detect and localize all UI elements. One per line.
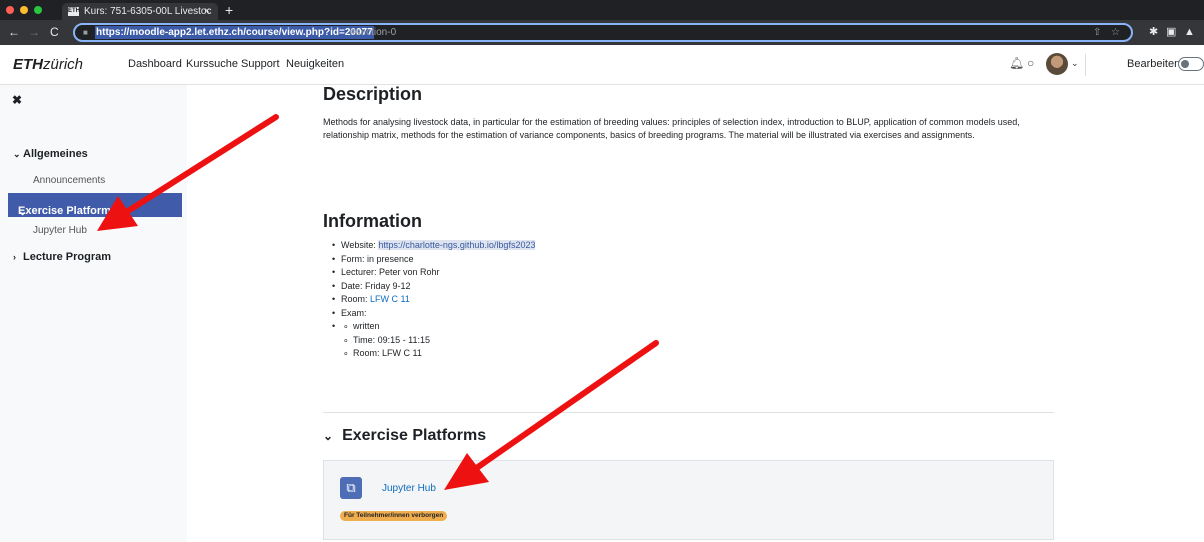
course-index-drawer: ✖ ⌄ Allgemeines Announcements ⌄ Exercise P… — [0, 85, 187, 542]
nav-support[interactable]: Support — [241, 58, 280, 70]
eth-zurich-logo[interactable]: ETHzürich — [13, 56, 83, 73]
information-list: Website: https://charlotte-ngs.github.io… — [332, 239, 536, 361]
list-item: Website: https://charlotte-ngs.github.io… — [332, 239, 536, 253]
share-icon[interactable]: ⇧ — [1093, 26, 1101, 39]
list-item: written Time: 09:15 - 11:15 Room: LFW C … — [332, 320, 535, 361]
profile-icon[interactable]: ▲ — [1184, 24, 1195, 40]
eth-favicon-icon: ETH — [68, 7, 80, 16]
chevron-right-icon: › — [13, 252, 16, 262]
list-item: written — [343, 320, 535, 334]
section-divider — [323, 412, 1054, 413]
lock-icon: ■ — [83, 28, 88, 37]
activity-announcements[interactable]: Announcements — [33, 175, 105, 186]
chevron-down-icon: ⌄ — [13, 149, 21, 159]
sidebar-panel-icon[interactable]: ▣ — [1166, 24, 1176, 40]
tab-strip: ETH Kurs: 751-6305-00L Livestoc × + — [0, 0, 1204, 20]
nav-neuigkeiten[interactable]: Neuigkeiten — [286, 58, 344, 70]
section-lecture-program[interactable]: › Lecture Program — [13, 251, 111, 263]
chevron-down-icon: ⌄ — [323, 429, 334, 443]
nav-kurssuche[interactable]: Kurssuche — [186, 58, 238, 70]
tab-close-icon[interactable]: × — [204, 3, 210, 20]
address-bar[interactable]: ■ https://moodle-app2.let.ethz.ch/course… — [73, 23, 1133, 42]
information-heading: Information — [323, 211, 422, 231]
url-fragment: #section-0 — [350, 27, 397, 38]
back-arrow-icon[interactable]: ← — [8, 24, 20, 40]
section-heading-exercise-platforms[interactable]: ⌄ Exercise Platforms — [323, 427, 486, 445]
toggle-knob — [1181, 60, 1189, 68]
zoom-window-button[interactable] — [34, 6, 42, 14]
list-item: Form: in presence — [332, 253, 535, 267]
section-exercise-platform[interactable]: ⌄ Exercise Platform — [8, 193, 182, 218]
user-avatar[interactable] — [1046, 53, 1068, 75]
browser-toolbar: ← → C ■ https://moodle-app2.let.ethz.ch/… — [0, 20, 1204, 45]
list-item: Room: LFW C 11 — [332, 293, 535, 307]
list-item: Date: Friday 9-12 — [332, 280, 535, 294]
bookmark-star-icon[interactable]: ☆ — [1111, 26, 1120, 39]
nav-dashboard[interactable]: Dashboard — [128, 58, 182, 70]
notification-bell-icon[interactable]: 🔔︎ — [1009, 56, 1024, 70]
browser-window: ETH Kurs: 751-6305-00L Livestoc × + ← → … — [0, 0, 1204, 542]
section-allgemeines[interactable]: ⌄ Allgemeines — [13, 148, 88, 160]
tab-title: Kurs: 751-6305-00L Livestoc — [84, 6, 212, 17]
website-link[interactable]: https://charlotte-ngs.github.io/lbgfs202… — [378, 240, 536, 250]
navbar-divider — [1085, 54, 1086, 76]
list-item: Time: 09:15 - 11:15 — [343, 334, 535, 348]
messages-icon[interactable]: ○ — [1027, 56, 1034, 70]
list-item: Room: LFW C 11 — [343, 347, 535, 361]
description-heading: Description — [323, 84, 423, 104]
close-drawer-icon[interactable]: ✖ — [12, 93, 22, 107]
extensions-icon[interactable]: ✱ — [1149, 24, 1158, 40]
activity-link-jupyter-hub[interactable]: Jupyter Hub — [382, 483, 436, 494]
url-text: https://moodle-app2.let.ethz.ch/course/v… — [95, 26, 374, 39]
close-window-button[interactable] — [6, 6, 14, 14]
edit-mode-label: Bearbeiten — [1127, 58, 1181, 70]
chevron-down-icon[interactable]: ⌄ — [1071, 58, 1079, 69]
list-item: Exam: — [332, 307, 535, 321]
course-content: Description Methods for analysing livest… — [187, 84, 1204, 542]
exam-sublist: written Time: 09:15 - 11:15 Room: LFW C … — [343, 320, 535, 361]
description-text: Methods for analysing livestock data, in… — [323, 117, 1020, 140]
puzzle-piece-icon[interactable]: ⧉ — [340, 477, 362, 499]
browser-tab[interactable]: ETH Kurs: 751-6305-00L Livestoc × — [62, 3, 218, 20]
list-item: Lecturer: Peter von Rohr — [332, 266, 535, 280]
reload-icon[interactable]: C — [50, 24, 59, 40]
hidden-from-students-badge: Für Teilnehmer/innen verborgen — [340, 511, 448, 521]
minimize-window-button[interactable] — [20, 6, 28, 14]
new-tab-button[interactable]: + — [225, 2, 233, 18]
edit-mode-toggle[interactable] — [1178, 57, 1204, 71]
forward-arrow-icon[interactable]: → — [28, 24, 40, 40]
activity-jupyter-hub[interactable]: Jupyter Hub — [33, 225, 87, 236]
room-link[interactable]: LFW C 11 — [370, 294, 410, 304]
site-navbar: ETHzürich Dashboard Kurssuche Support Ne… — [0, 45, 1204, 85]
activity-card: ⧉ Jupyter Hub Für Teilnehmer/innen verbo… — [323, 460, 1054, 540]
